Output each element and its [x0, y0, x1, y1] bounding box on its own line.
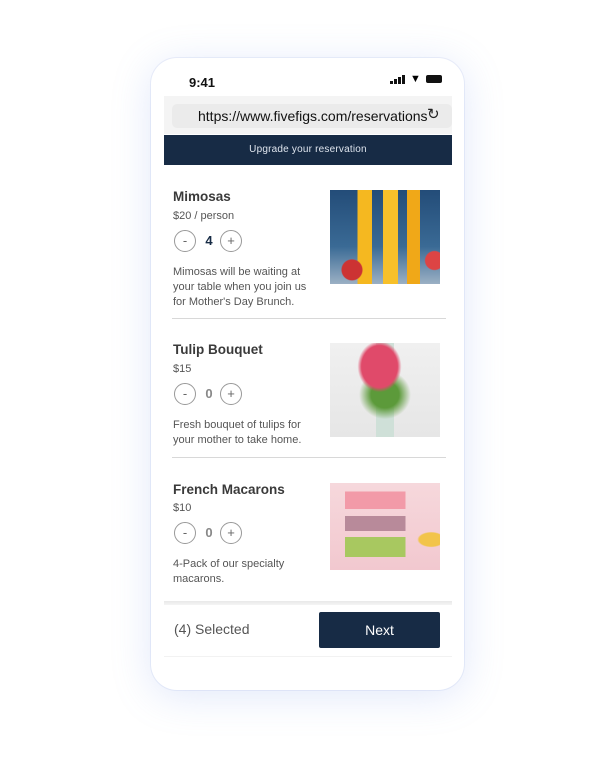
item-price: $20 / person [173, 210, 235, 222]
wifi-icon: ▼ [410, 73, 421, 85]
item-description: 4-Pack of our specialty macarons. [173, 558, 285, 585]
quantity-value: 0 [205, 386, 213, 401]
selected-count: (4) Selected [174, 621, 250, 637]
item-description: Mimosas will be waiting at your table wh… [173, 266, 307, 308]
tulips-photo [330, 343, 440, 437]
minus-button[interactable]: - [174, 522, 196, 544]
quantity-value: 0 [205, 525, 213, 540]
footer-divider [164, 601, 452, 605]
url-bar[interactable]: https://www.fivefigs.com/reservations [172, 104, 452, 128]
status-time: 9:41 [189, 75, 216, 90]
reload-icon[interactable]: ↻ [427, 105, 440, 123]
item-price: $15 [173, 363, 192, 375]
divider [172, 457, 446, 458]
divider [172, 318, 446, 319]
item-title: Tulip Bouquet [173, 342, 263, 357]
signal-icon [390, 74, 405, 84]
minus-button[interactable]: - [174, 383, 196, 405]
item-title: Mimosas [173, 189, 231, 204]
plus-button[interactable]: + [220, 522, 242, 544]
bottom-divider [164, 656, 452, 657]
macarons-photo [330, 483, 440, 570]
plus-button[interactable]: + [220, 230, 242, 252]
plus-button[interactable]: + [220, 383, 242, 405]
minus-button[interactable]: - [174, 230, 196, 252]
status-icons: ▼ [390, 73, 442, 85]
item-price: $10 [173, 502, 192, 514]
upgrade-banner: Upgrade your reservation [164, 135, 452, 165]
next-button[interactable]: Next [319, 612, 440, 648]
mimosas-photo [330, 190, 440, 284]
item-description: Fresh bouquet of tulips for your mother … [173, 419, 302, 446]
battery-icon [425, 75, 442, 83]
item-title: French Macarons [173, 482, 285, 497]
quantity-value: 4 [205, 233, 213, 248]
